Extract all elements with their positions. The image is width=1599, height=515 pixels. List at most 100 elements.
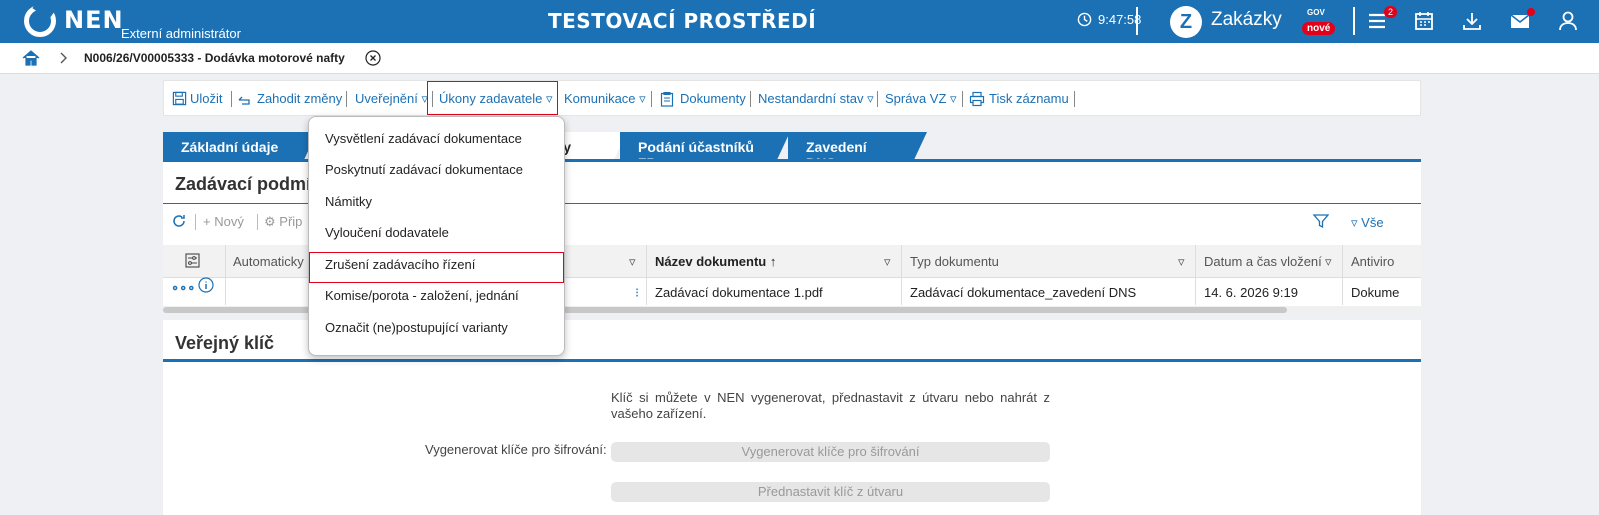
management-menu-button[interactable]: Správa VZ ▿ — [885, 91, 957, 107]
show-all-button[interactable]: ▿ Vše — [1351, 215, 1384, 231]
user-icon[interactable] — [1557, 10, 1579, 32]
printer-icon — [969, 91, 985, 107]
tab-label: Základní údaje — [181, 139, 279, 155]
column-filter-icon[interactable]: ▿ — [884, 254, 891, 270]
save-button[interactable]: Uložit — [190, 91, 223, 106]
nen-logo-icon[interactable] — [24, 5, 56, 37]
discard-changes-button[interactable]: Zahodit změny — [257, 91, 342, 106]
nonstandard-label: Nestandardní stav — [758, 91, 864, 106]
column-header-auto[interactable]: Automaticky — [233, 254, 304, 269]
date-cell: 14. 6. 2026 9:19 — [1204, 285, 1298, 300]
logo-text: NEN — [64, 6, 124, 34]
menu-item-explanation[interactable]: Vysvětlení zadávací dokumentace — [325, 131, 522, 146]
menu-item-provide-documentation[interactable]: Poskytnutí zadávací dokumentace — [325, 162, 523, 177]
preset-key-button[interactable]: Přednastavit klíč z útvaru — [611, 482, 1050, 502]
nonstandard-state-menu-button[interactable]: Nestandardní stav ▿ — [758, 91, 874, 107]
save-icon — [172, 91, 187, 106]
session-clock: 9:47:58 — [1077, 12, 1141, 27]
plus-icon: + — [203, 214, 211, 229]
panel-underline — [163, 359, 1421, 362]
calendar-icon[interactable] — [1413, 10, 1435, 32]
toolbar-divider — [750, 91, 751, 107]
more-vertical-icon[interactable]: ⁝ — [635, 285, 639, 301]
attach-button[interactable]: ⚙ Přip — [264, 214, 302, 230]
column-header-antivirus[interactable]: Antiviro — [1351, 254, 1394, 269]
filter-icon[interactable] — [1313, 213, 1329, 229]
zakazky-logo-icon[interactable]: Z — [1170, 6, 1202, 38]
print-record-button[interactable]: Tisk záznamu — [989, 91, 1069, 106]
menu-item-mark-variants[interactable]: Označit (ne)postupující varianty — [325, 320, 508, 335]
environment-title: TESTOVACÍ PROSTŘEDÍ — [548, 9, 817, 33]
column-divider — [225, 245, 226, 305]
tab-submissions[interactable]: Podání účastníků ZP — [620, 132, 790, 171]
new-button[interactable]: + Nový — [203, 214, 244, 229]
home-icon[interactable] — [22, 49, 40, 67]
clock-time: 9:47:58 — [1098, 12, 1142, 27]
panel-title: Veřejný klíč — [175, 333, 275, 353]
documents-button[interactable]: Dokumenty — [680, 91, 746, 106]
menu-item-objections[interactable]: Námitky — [325, 194, 372, 209]
column-divider — [901, 245, 902, 305]
generate-keys-label: Vygenerovat klíče pro šifrování: — [425, 442, 607, 457]
mail-notification-dot — [1527, 8, 1535, 16]
attach-label: Přip — [279, 214, 303, 229]
column-divider — [1342, 245, 1343, 305]
toolbar-divider — [257, 214, 258, 230]
communication-label: Komunikace — [564, 91, 636, 106]
menu-item-cancel-procedure[interactable]: Zrušení zadávacího řízení — [325, 257, 475, 272]
toolbar-divider — [962, 91, 963, 107]
breadcrumb-title[interactable]: N006/26/V00005333 - Dodávka motorové naf… — [84, 51, 345, 65]
column-divider — [1195, 245, 1196, 305]
menu-item-committee[interactable]: Komise/porota - založení, jednání — [325, 288, 519, 303]
column-header-type[interactable]: Typ dokumentu — [910, 254, 999, 269]
menu-item-exclude-supplier[interactable]: Vyloučení dodavatele — [325, 225, 449, 240]
row-menu-icon[interactable]: ∘∘∘ — [171, 280, 195, 296]
attach-icon: ⚙ — [264, 214, 276, 229]
clock-icon — [1077, 12, 1092, 27]
dropdown-arrow-icon: ▿ — [950, 91, 957, 106]
refresh-icon[interactable] — [171, 213, 187, 229]
column-header-date[interactable]: Datum a čas vložení — [1204, 254, 1322, 269]
download-icon[interactable] — [1461, 10, 1483, 32]
column-filter-icon[interactable]: ▿ — [1178, 254, 1185, 270]
column-settings-icon[interactable] — [185, 253, 200, 268]
toolbar-divider — [651, 91, 652, 107]
column-header-name[interactable]: Název dokumentu ↑ — [655, 254, 776, 269]
key-description: Klíč si můžete v NEN vygenerovat, předna… — [611, 390, 1050, 421]
chevron-right-icon — [60, 52, 67, 64]
new-badge: nové — [1302, 22, 1336, 35]
dropdown-arrow-icon: ▿ — [639, 91, 646, 106]
column-filter-icon[interactable]: ▿ — [1325, 254, 1332, 270]
publish-menu-button[interactable]: Uveřejnění ▿ — [355, 91, 428, 107]
app-gov: GOV — [1307, 8, 1325, 17]
tab-dns[interactable]: Zavedení DNS — [788, 132, 927, 171]
active-menu-highlight — [427, 81, 558, 115]
antivirus-cell: Dokume — [1351, 285, 1400, 300]
column-divider — [646, 245, 647, 305]
header-divider — [1136, 7, 1138, 35]
publish-label: Uveřejnění — [355, 91, 418, 106]
toolbar-divider — [231, 91, 232, 107]
close-icon[interactable] — [365, 50, 381, 66]
contracting-actions-dropdown: Vysvětlení zadávací dokumentace Poskytnu… — [308, 116, 565, 356]
toolbar-divider — [1074, 91, 1075, 107]
menu-badge: 2 — [1384, 6, 1398, 18]
new-label: Nový — [214, 214, 244, 229]
column-header-name-label: Název dokumentu — [655, 254, 767, 269]
app-name[interactable]: Zakázky — [1211, 9, 1282, 31]
document-type-cell: Zadávací dokumentace_zavedení DNS — [910, 285, 1137, 300]
tab-basic-info[interactable]: Základní údaje — [163, 132, 317, 162]
generate-keys-button[interactable]: Vygenerovat klíče pro šifrování — [611, 442, 1050, 462]
sort-ascending-icon: ↑ — [769, 254, 777, 269]
breadcrumb: N006/26/V00005333 - Dodávka motorové naf… — [0, 43, 1599, 74]
info-icon[interactable] — [198, 277, 214, 293]
dropdown-arrow-icon: ▿ — [867, 91, 874, 106]
communication-menu-button[interactable]: Komunikace ▿ — [564, 91, 646, 107]
logo-subtitle: Externí administrátor — [121, 26, 241, 41]
column-filter-icon[interactable]: ▿ — [629, 254, 636, 270]
top-header: NEN Externí administrátor TESTOVACÍ PROS… — [0, 0, 1599, 43]
document-name-cell[interactable]: Zadávací dokumentace 1.pdf — [655, 285, 823, 300]
clipboard-icon — [660, 91, 674, 107]
header-divider — [1353, 7, 1355, 35]
management-label: Správa VZ — [885, 91, 947, 106]
